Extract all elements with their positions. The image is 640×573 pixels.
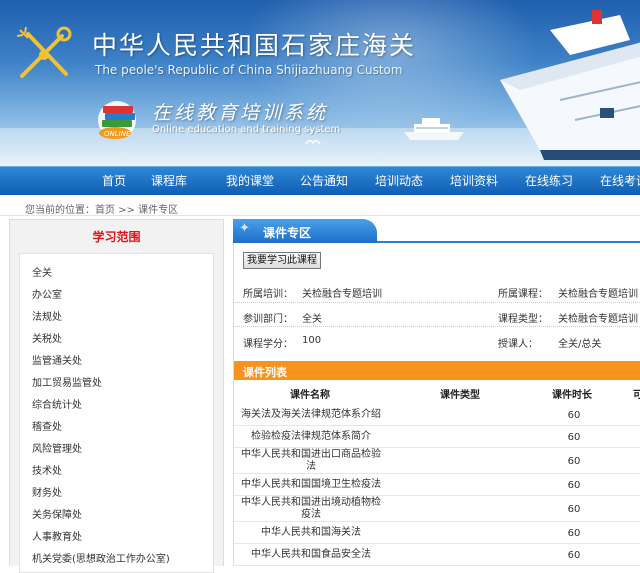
type-value: 关检融合专题培训 [558, 314, 638, 325]
courseware-duration: 60 [567, 528, 581, 539]
nav-my-classroom[interactable]: 我的课堂 [226, 167, 274, 195]
nav-course-library[interactable]: 课程库 [151, 167, 187, 195]
nav-home[interactable]: 首页 [102, 167, 126, 195]
dept-value: 全关 [302, 314, 322, 325]
lecturer-label: 授课人： [498, 339, 538, 350]
table-row[interactable]: 海关法及海关法律规范体系介绍 60 [234, 404, 640, 426]
column-header-more: 可 [633, 390, 640, 401]
scope-item-audit[interactable]: 稽查处 [32, 418, 62, 433]
study-course-button[interactable]: 我要学习此课程 [243, 252, 321, 269]
training-value: 关检融合专题培训 [302, 289, 382, 300]
table-row[interactable]: 中华人民共和国进出境动植物检疫法 60 [234, 496, 640, 522]
nav-online-practice[interactable]: 在线练习 [525, 167, 573, 195]
table-row[interactable]: 中华人民共和国食品安全法 60 [234, 544, 640, 566]
courseware-duration: 60 [567, 480, 581, 491]
study-scope-list: 全关 办公室 法规处 关税处 监管通关处 加工贸易监管处 综合统计处 稽查处 风… [19, 253, 214, 573]
scope-item-all[interactable]: 全关 [32, 264, 52, 279]
courseware-duration: 60 [567, 504, 581, 515]
breadcrumb-divider [0, 215, 640, 216]
cruise-ship-icon [500, 10, 640, 160]
column-header-duration: 课件时长 [552, 390, 592, 401]
credit-value: 100 [302, 335, 322, 346]
nav-announcements[interactable]: 公告通知 [300, 167, 348, 195]
column-header-name: 课件名称 [290, 390, 330, 401]
courseware-name: 海关法及海关法律规范体系介绍 [241, 409, 381, 420]
training-label: 所属培训： [243, 289, 293, 300]
course-value: 关检融合专题培训 [558, 289, 638, 300]
courseware-duration: 60 [567, 456, 581, 467]
tab-courseware-label: 课件专区 [263, 226, 312, 240]
nav-online-exam[interactable]: 在线考试 [600, 167, 640, 195]
nav-training-materials[interactable]: 培训资料 [450, 167, 498, 195]
info-divider [233, 326, 640, 327]
scope-item-hr[interactable]: 人事教育处 [32, 528, 82, 543]
courseware-name: 检验检疫法律规范体系简介 [251, 431, 371, 442]
customs-emblem-icon [16, 26, 72, 78]
seagull-icon [305, 140, 321, 145]
books-logo-icon: ONLINE [98, 101, 136, 139]
scope-item-legal[interactable]: 法规处 [32, 308, 62, 323]
scope-item-risk[interactable]: 风险管理处 [32, 440, 82, 455]
study-scope-title: 学习范围 [92, 230, 141, 244]
scope-item-party[interactable]: 机关党委(思想政治工作办公室) [32, 550, 170, 565]
courseware-list-header: 课件列表 [234, 361, 640, 380]
courseware-name: 中华人民共和国进出口商品检验法 [241, 449, 381, 472]
scope-item-processing-trade[interactable]: 加工贸易监管处 [32, 374, 102, 389]
info-divider [233, 302, 640, 303]
small-ship-icon [404, 118, 464, 140]
table-row[interactable]: 中华人民共和国进出口商品检验法 60 [234, 448, 640, 474]
site-title-english: The peole's Republic of China Shijiazhua… [95, 63, 403, 77]
main-nav: 首页 课程库 我的课堂 公告通知 培训动态 培训资料 在线练习 在线考试 [0, 166, 640, 195]
tab-courseware-zone[interactable]: ✦ 课件专区 [233, 219, 377, 243]
type-label: 课程类型： [498, 314, 548, 325]
courseware-name: 中华人民共和国进出境动植物检疫法 [241, 497, 381, 520]
table-row[interactable]: 中华人民共和国国境卫生检疫法 60 [234, 474, 640, 496]
courseware-duration: 60 [567, 432, 581, 443]
courseware-name: 中华人民共和国海关法 [261, 527, 361, 538]
courseware-list-title: 课件列表 [243, 366, 287, 379]
courseware-name: 中华人民共和国国境卫生检疫法 [241, 479, 381, 490]
course-label: 所属课程： [498, 289, 548, 300]
courseware-name: 中华人民共和国食品安全法 [251, 549, 371, 560]
courseware-duration: 60 [567, 410, 581, 421]
breadcrumb: 您当前的位置：首页 >> 课件专区 [25, 205, 179, 216]
system-title-english: Online education and training system [152, 124, 341, 135]
study-scope-panel: 学习范围 全关 办公室 法规处 关税处 监管通关处 加工贸易监管处 综合统计处 … [9, 219, 224, 573]
credit-label: 课程学分： [243, 339, 293, 350]
scope-item-support[interactable]: 关务保障处 [32, 506, 82, 521]
scope-item-statistics[interactable]: 综合统计处 [32, 396, 82, 411]
site-title: 中华人民共和国石家庄海关 [92, 31, 417, 60]
scope-item-tariff[interactable]: 关税处 [32, 330, 62, 345]
dept-label: 参训部门： [243, 314, 293, 325]
courseware-duration: 60 [567, 550, 581, 561]
scope-item-finance[interactable]: 财务处 [32, 484, 62, 499]
sparkle-icon: ✦ [239, 221, 250, 236]
books-badge-text: ONLINE [104, 130, 131, 138]
column-header-type: 课件类型 [440, 390, 480, 401]
courseware-tabbar: ✦ 课件专区 [233, 219, 640, 243]
scope-item-technology[interactable]: 技术处 [32, 462, 62, 477]
nav-training-news[interactable]: 培训动态 [375, 167, 423, 195]
system-title: 在线教育培训系统 [152, 102, 329, 124]
scope-item-office[interactable]: 办公室 [32, 286, 62, 301]
table-row[interactable]: 中华人民共和国海关法 60 [234, 522, 640, 544]
scope-item-clearance[interactable]: 监管通关处 [32, 352, 82, 367]
lecturer-value: 全关/总关 [558, 339, 602, 350]
table-row[interactable]: 检验检疫法律规范体系简介 60 [234, 426, 640, 448]
site-banner: 中华人民共和国石家庄海关 The peole's Republic of Chi… [0, 0, 640, 166]
